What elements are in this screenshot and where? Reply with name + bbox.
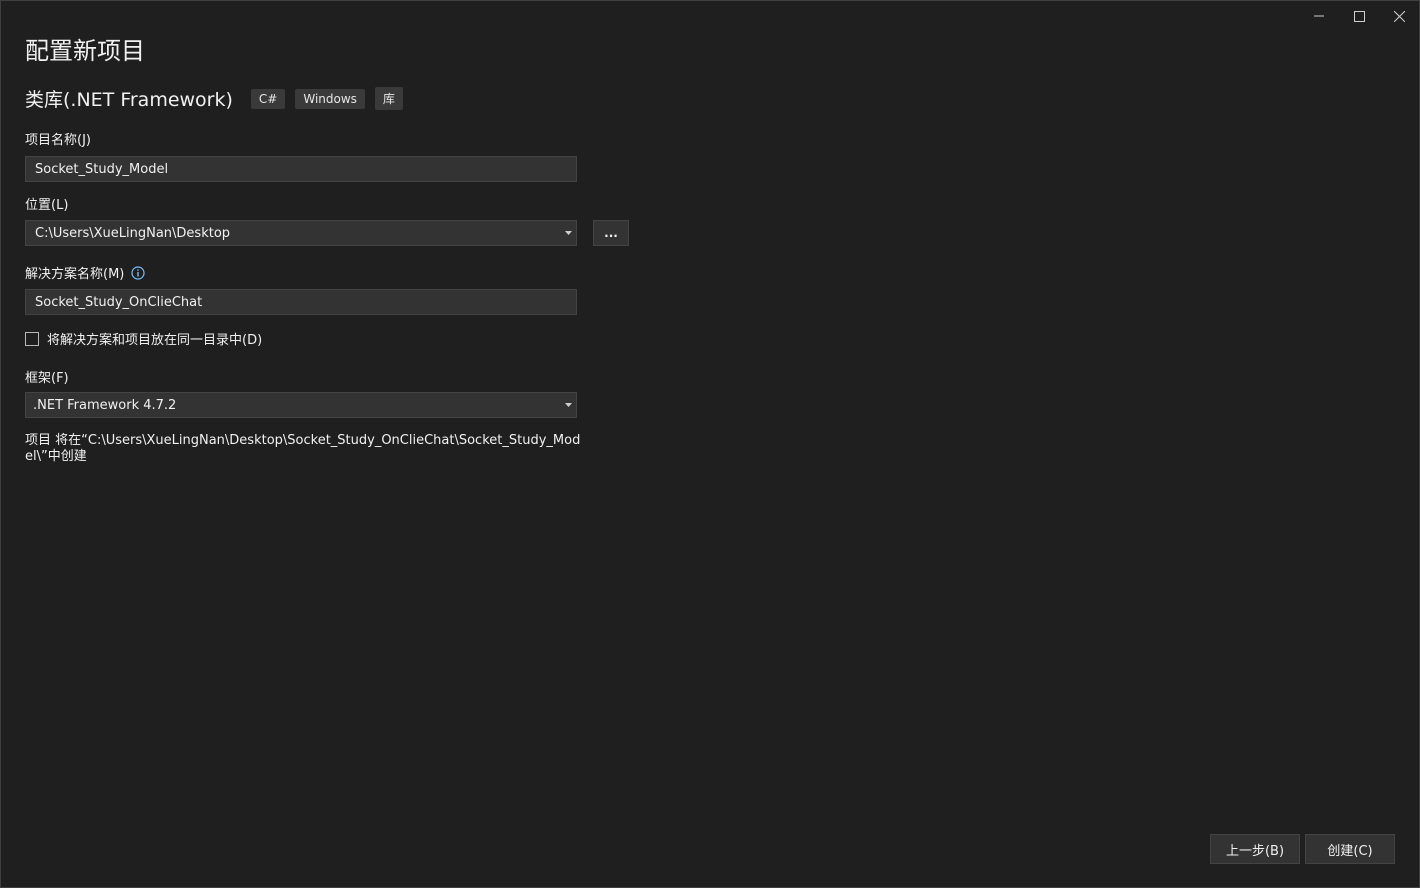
dropdown-arrow-icon[interactable]: [560, 221, 576, 245]
minimize-button[interactable]: [1299, 1, 1339, 31]
solution-name-label: 解决方案名称(M): [25, 267, 125, 282]
maximize-icon: [1353, 10, 1365, 22]
same-directory-checkbox[interactable]: [25, 331, 39, 346]
template-header: 类库(.NET Framework) C# Windows 库: [25, 85, 413, 112]
framework-value: .NET Framework 4.7.2: [33, 397, 177, 413]
page-title: 配置新项目: [25, 37, 145, 65]
same-directory-option[interactable]: 将解决方案和项目放在同一目录中(D): [25, 329, 262, 348]
browse-button[interactable]: ...: [593, 220, 629, 246]
solution-name-label-row: 解决方案名称(M): [25, 263, 145, 282]
template-name: 类库(.NET Framework): [25, 89, 233, 111]
tag-language: C#: [250, 88, 286, 109]
framework-label: 框架(F): [25, 371, 69, 386]
maximize-button[interactable]: [1339, 1, 1379, 31]
location-value: C:\Users\XueLingNan\Desktop: [35, 225, 231, 241]
create-button[interactable]: 创建(C): [1305, 834, 1395, 864]
info-icon[interactable]: [131, 265, 145, 280]
window-controls: [1299, 1, 1419, 31]
framework-combobox[interactable]: .NET Framework 4.7.2: [25, 392, 577, 418]
back-button[interactable]: 上一步(B): [1210, 834, 1300, 864]
project-name-input[interactable]: [25, 156, 577, 182]
dropdown-arrow-icon[interactable]: [560, 393, 576, 417]
project-path-note: 项目 将在“C:\Users\XueLingNan\Desktop\Socket…: [25, 433, 581, 464]
close-icon: [1393, 10, 1405, 22]
tag-platform: Windows: [295, 88, 365, 109]
solution-name-input[interactable]: [25, 289, 577, 315]
tag-project-type: 库: [374, 87, 403, 110]
project-name-label: 项目名称(J): [25, 133, 91, 148]
minimize-icon: [1314, 15, 1324, 17]
configure-project-window: 配置新项目 类库(.NET Framework) C# Windows 库 项目…: [0, 0, 1420, 888]
same-directory-label: 将解决方案和项目放在同一目录中(D): [47, 333, 263, 348]
location-combobox[interactable]: C:\Users\XueLingNan\Desktop: [25, 220, 577, 246]
close-button[interactable]: [1379, 1, 1419, 31]
location-label: 位置(L): [25, 198, 69, 213]
